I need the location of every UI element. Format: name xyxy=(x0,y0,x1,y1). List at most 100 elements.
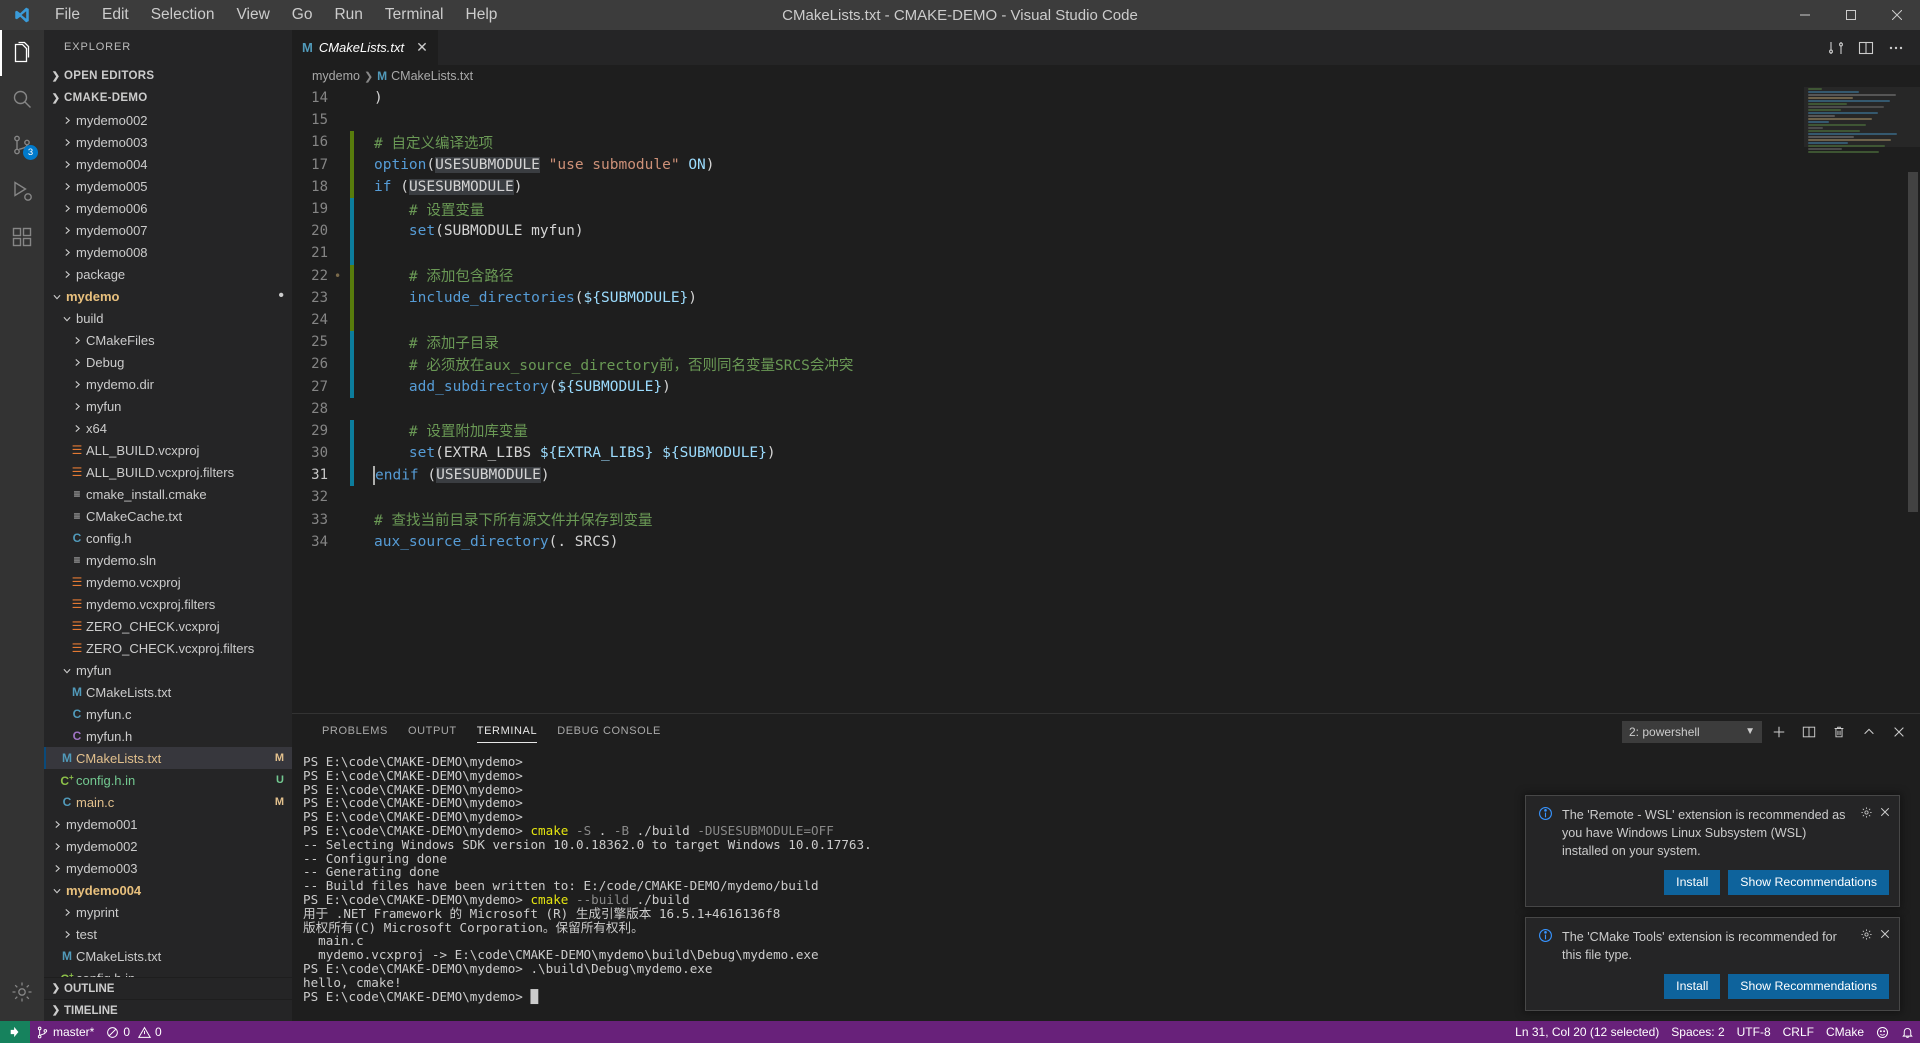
menu-file[interactable]: File xyxy=(44,0,91,30)
activity-run-debug[interactable] xyxy=(0,168,44,214)
minimap-slider[interactable] xyxy=(1804,87,1920,147)
show-recommendations-button[interactable]: Show Recommendations xyxy=(1728,870,1889,895)
tree-file-ZERO_CHECK.vcxproj[interactable]: ☰ZERO_CHECK.vcxproj xyxy=(44,615,292,637)
tree-folder-myfun[interactable]: myfun xyxy=(44,659,292,681)
tree-file-config.h[interactable]: Cconfig.h xyxy=(44,527,292,549)
chevron-down-icon[interactable] xyxy=(62,309,73,327)
tree-folder-x64[interactable]: x64 xyxy=(44,417,292,439)
code-line-20[interactable]: 20 set(SUBMODULE myfun) xyxy=(292,220,1804,242)
tree-folder-CMakeFiles[interactable]: CMakeFiles xyxy=(44,329,292,351)
code-line-29[interactable]: 29 # 设置附加库变量 xyxy=(292,420,1804,442)
outline-section[interactable]: ❯ OUTLINE xyxy=(44,977,292,999)
tree-file-config.h.in[interactable]: C+config.h.in xyxy=(44,967,292,977)
open-editors-section[interactable]: ❯ OPEN EDITORS xyxy=(44,65,292,87)
tree-file-CMakeCache.txt[interactable]: ≡CMakeCache.txt xyxy=(44,505,292,527)
close-button[interactable] xyxy=(1874,0,1920,30)
close-icon[interactable] xyxy=(1879,806,1891,822)
activity-explorer[interactable] xyxy=(0,30,44,76)
file-tree[interactable]: mydemo002mydemo003mydemo004mydemo005myde… xyxy=(44,109,292,977)
tree-folder-mydemo004[interactable]: mydemo004 xyxy=(44,153,292,175)
tab-terminal[interactable]: TERMINAL xyxy=(467,714,547,749)
tree-file-main.c[interactable]: Cmain.cM xyxy=(44,791,292,813)
tree-file-myfun.c[interactable]: Cmyfun.c xyxy=(44,703,292,725)
tree-file-CMakeLists.txt[interactable]: MCMakeLists.txt xyxy=(44,945,292,967)
show-recommendations-button[interactable]: Show Recommendations xyxy=(1728,974,1889,999)
scrollbar-thumb[interactable] xyxy=(1908,172,1918,512)
tree-file-mydemo.sln[interactable]: ≡mydemo.sln xyxy=(44,549,292,571)
tree-folder-mydemo004[interactable]: mydemo004 xyxy=(44,879,292,901)
tree-folder-mydemo005[interactable]: mydemo005 xyxy=(44,175,292,197)
code-line-17[interactable]: 17option(USESUBMODULE "use submodule" ON… xyxy=(292,154,1804,176)
tree-folder-mydemo001[interactable]: mydemo001 xyxy=(44,813,292,835)
new-terminal-icon[interactable] xyxy=(1766,719,1792,745)
tree-folder-mydemo002[interactable]: mydemo002 xyxy=(44,835,292,857)
install-button[interactable]: Install xyxy=(1664,870,1720,895)
activity-search[interactable] xyxy=(0,76,44,122)
status-indentation[interactable]: Spaces: 2 xyxy=(1665,1021,1730,1043)
tree-file-CMakeLists.txt[interactable]: MCMakeLists.txtM xyxy=(44,747,292,769)
gear-icon[interactable] xyxy=(1860,806,1873,823)
menu-go[interactable]: Go xyxy=(281,0,324,30)
tab-problems[interactable]: PROBLEMS xyxy=(312,714,398,749)
terminal-selector[interactable]: 2: powershell ▼ xyxy=(1622,721,1762,743)
close-icon[interactable]: ✕ xyxy=(416,39,428,56)
menu-terminal[interactable]: Terminal xyxy=(374,0,455,30)
code-line-31[interactable]: 31endif (USESUBMODULE) xyxy=(292,464,1804,486)
editor-scrollbar[interactable] xyxy=(1906,87,1920,713)
split-editor-right-icon[interactable] xyxy=(1852,30,1880,65)
tree-folder-build[interactable]: build xyxy=(44,307,292,329)
chevron-down-icon[interactable] xyxy=(52,287,63,305)
gear-icon[interactable] xyxy=(1860,928,1873,945)
close-panel-icon[interactable] xyxy=(1886,719,1912,745)
chevron-right-icon[interactable] xyxy=(58,115,76,126)
breakpoint-hint-icon[interactable]: • xyxy=(334,269,341,283)
tab-debug-console[interactable]: DEBUG CONSOLE xyxy=(547,714,671,749)
code-line-27[interactable]: 27 add_subdirectory(${SUBMODULE}) xyxy=(292,375,1804,397)
tree-folder-mydemo[interactable]: mydemo• xyxy=(44,285,292,307)
code-line-23[interactable]: 23 include_directories(${SUBMODULE}) xyxy=(292,287,1804,309)
menu-edit[interactable]: Edit xyxy=(91,0,140,30)
code-line-28[interactable]: 28 xyxy=(292,398,1804,420)
code-line-21[interactable]: 21 xyxy=(292,242,1804,264)
tree-folder-mydemo003[interactable]: mydemo003 xyxy=(44,131,292,153)
code-line-32[interactable]: 32 xyxy=(292,486,1804,508)
chevron-right-icon[interactable] xyxy=(58,159,76,170)
install-button[interactable]: Install xyxy=(1664,974,1720,999)
tree-folder-myprint[interactable]: myprint xyxy=(44,901,292,923)
split-terminal-icon[interactable] xyxy=(1796,719,1822,745)
activity-source-control[interactable]: 3 xyxy=(0,122,44,168)
chevron-right-icon[interactable] xyxy=(58,929,76,940)
status-eol[interactable]: CRLF xyxy=(1777,1021,1820,1043)
code-line-16[interactable]: 16# 自定义编译选项 xyxy=(292,131,1804,153)
tree-folder-Debug[interactable]: Debug xyxy=(44,351,292,373)
chevron-right-icon[interactable] xyxy=(68,335,86,346)
chevron-right-icon[interactable] xyxy=(58,203,76,214)
activity-manage-gear-icon[interactable] xyxy=(0,969,44,1015)
more-actions-icon[interactable] xyxy=(1882,30,1910,65)
tree-file-mydemo.vcxproj.filters[interactable]: ☰mydemo.vcxproj.filters xyxy=(44,593,292,615)
chevron-right-icon[interactable] xyxy=(58,247,76,258)
tree-file-cmake_install.cmake[interactable]: ≡cmake_install.cmake xyxy=(44,483,292,505)
maximize-button[interactable] xyxy=(1828,0,1874,30)
maximize-panel-icon[interactable] xyxy=(1856,719,1882,745)
menu-run[interactable]: Run xyxy=(323,0,373,30)
chevron-right-icon[interactable] xyxy=(48,819,66,830)
status-problems[interactable]: 0 0 xyxy=(100,1021,167,1043)
tree-folder-package[interactable]: package xyxy=(44,263,292,285)
open-changes-icon[interactable] xyxy=(1822,30,1850,65)
code-line-14[interactable]: 14) xyxy=(292,87,1804,109)
menu-bar[interactable]: File Edit Selection View Go Run Terminal… xyxy=(44,0,508,30)
workspace-root-section[interactable]: ❯ CMAKE-DEMO xyxy=(44,87,292,109)
status-branch[interactable]: master* xyxy=(30,1021,100,1043)
code-line-26[interactable]: 26 # 必须放在aux_source_directory前，否则同名变量SRC… xyxy=(292,353,1804,375)
chevron-right-icon[interactable] xyxy=(68,401,86,412)
chevron-right-icon[interactable] xyxy=(68,379,86,390)
tree-folder-mydemo007[interactable]: mydemo007 xyxy=(44,219,292,241)
tree-file-mydemo.vcxproj[interactable]: ☰mydemo.vcxproj xyxy=(44,571,292,593)
tree-folder-mydemo006[interactable]: mydemo006 xyxy=(44,197,292,219)
chevron-right-icon[interactable] xyxy=(58,137,76,148)
minimize-button[interactable] xyxy=(1782,0,1828,30)
code-content[interactable]: 14)1516# 自定义编译选项17option(USESUBMODULE "u… xyxy=(292,87,1804,713)
status-language-mode[interactable]: CMake xyxy=(1820,1021,1870,1043)
tree-folder-myfun[interactable]: myfun xyxy=(44,395,292,417)
